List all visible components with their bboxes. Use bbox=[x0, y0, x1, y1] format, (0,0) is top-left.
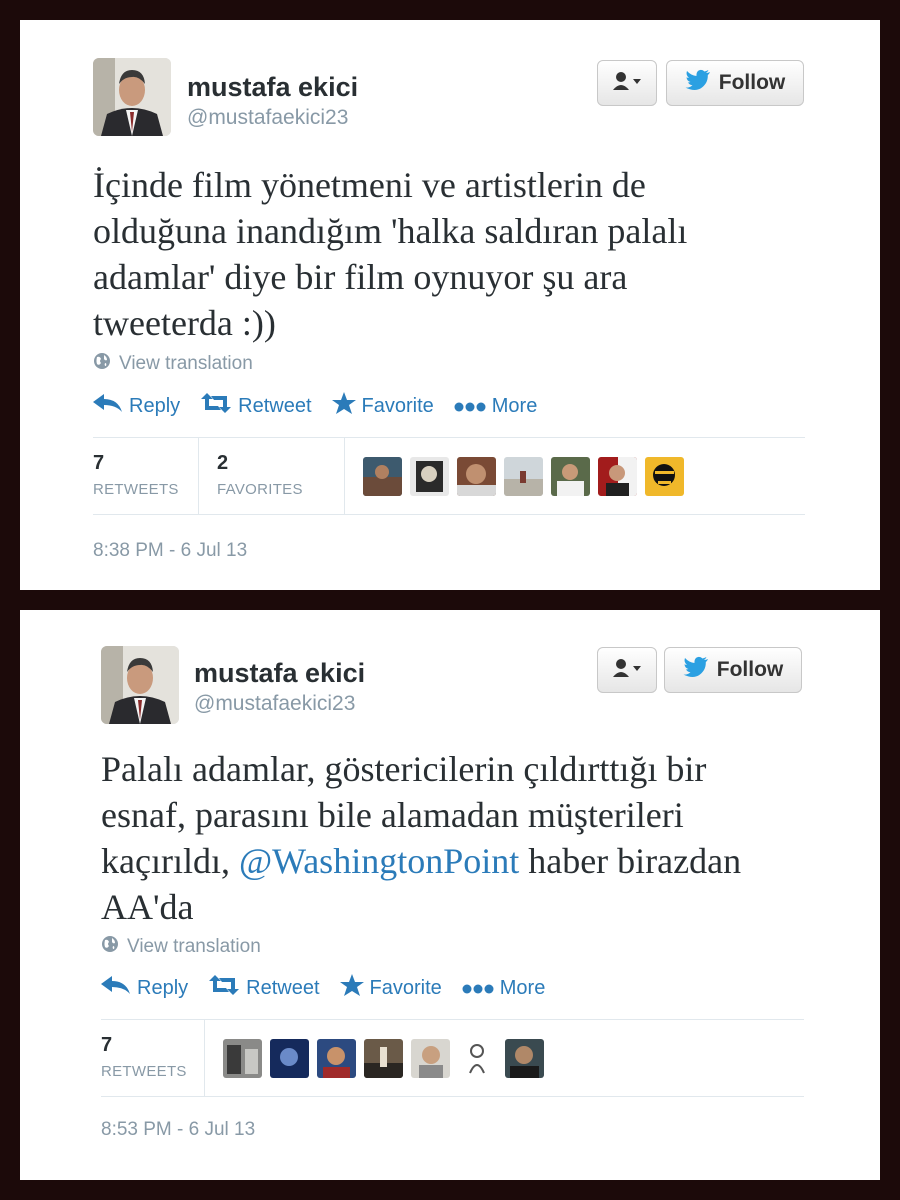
favorites-label: FAVORITES bbox=[217, 481, 303, 498]
retweets-count: 7 bbox=[101, 1034, 113, 1056]
engager-avatar[interactable] bbox=[598, 456, 637, 496]
tweet-text-line: olduğuna inandığım 'halka saldıran palal… bbox=[93, 211, 688, 251]
tweet-text-line: kaçırıldı, @WashingtonPoint haber birazd… bbox=[101, 838, 741, 884]
engager-avatar[interactable] bbox=[410, 456, 449, 496]
favorite-label: Favorite bbox=[369, 976, 442, 999]
view-translation-label: View translation bbox=[119, 353, 253, 374]
reply-button[interactable]: Reply bbox=[101, 975, 188, 1001]
retweet-icon bbox=[208, 975, 240, 1001]
star-icon bbox=[331, 392, 356, 420]
engager-avatars bbox=[223, 1020, 544, 1096]
tweet-actions: Reply Retweet Favorite More bbox=[93, 392, 557, 420]
more-button[interactable]: More bbox=[454, 394, 538, 418]
mention-link[interactable]: @WashingtonPoint bbox=[239, 841, 519, 881]
tweet-actions: Reply Retweet Favorite More bbox=[101, 974, 565, 1002]
star-icon bbox=[339, 974, 364, 1002]
engager-avatar[interactable] bbox=[363, 456, 402, 496]
follow-label: Follow bbox=[716, 658, 784, 681]
more-dots-icon bbox=[462, 977, 494, 1000]
more-label: More bbox=[499, 976, 546, 999]
follow-button[interactable]: Follow bbox=[666, 60, 804, 106]
favorites-stat[interactable]: 2 FAVORITES bbox=[217, 438, 345, 514]
reply-label: Reply bbox=[137, 976, 189, 999]
tweet-timestamp[interactable]: 8:53 PM - 6 Jul 13 bbox=[101, 1119, 255, 1141]
more-button[interactable]: More bbox=[462, 976, 546, 1000]
favorite-button[interactable]: Favorite bbox=[339, 974, 442, 1002]
retweets-count: 7 bbox=[93, 452, 105, 474]
user-icon bbox=[612, 658, 642, 683]
globe-icon bbox=[93, 352, 111, 376]
engager-avatar[interactable] bbox=[223, 1038, 262, 1078]
engager-avatar[interactable] bbox=[270, 1038, 309, 1078]
user-actions-button[interactable] bbox=[597, 647, 657, 693]
author-handle[interactable]: @mustafaekici23 bbox=[194, 692, 355, 716]
tweet-text: Palalı adamlar, göstericilerin çıldırttı… bbox=[101, 746, 741, 930]
user-icon bbox=[612, 71, 642, 96]
retweet-icon bbox=[200, 393, 232, 419]
view-translation-link[interactable]: View translation bbox=[101, 935, 261, 959]
engager-avatar[interactable] bbox=[458, 1038, 497, 1078]
tweet-text-line: Palalı adamlar, göstericilerin çıldırttı… bbox=[101, 749, 707, 789]
engager-avatar[interactable] bbox=[364, 1038, 403, 1078]
more-label: More bbox=[491, 394, 538, 417]
tweet-text-line: İçinde film yönetmeni ve artistlerin de bbox=[93, 165, 646, 205]
retweet-label: Retweet bbox=[246, 976, 320, 999]
favorites-count: 2 bbox=[217, 452, 229, 474]
author-name[interactable]: mustafa ekici bbox=[187, 72, 358, 103]
tweet-text-line: esnaf, parasını bile alamadan müşteriler… bbox=[101, 795, 684, 835]
tweet-stats: 7 RETWEETS bbox=[101, 1019, 804, 1097]
engager-avatar[interactable] bbox=[457, 456, 496, 496]
view-translation-label: View translation bbox=[127, 936, 261, 957]
more-dots-icon bbox=[454, 395, 486, 418]
retweets-stat[interactable]: 7 RETWEETS bbox=[93, 438, 199, 514]
retweets-label: RETWEETS bbox=[101, 1063, 187, 1080]
twitter-bird-icon bbox=[685, 69, 711, 97]
tweet-text-segment: haber birazdan bbox=[519, 841, 742, 881]
tweet-text-line: tweeterda :)) bbox=[93, 303, 276, 343]
tweet-card: mustafa ekici @mustafaekici23 Follow İçi… bbox=[20, 20, 880, 590]
follow-button[interactable]: Follow bbox=[664, 647, 802, 693]
favorite-label: Favorite bbox=[361, 394, 434, 417]
reply-button[interactable]: Reply bbox=[93, 393, 180, 419]
engager-avatar[interactable] bbox=[505, 1038, 544, 1078]
engager-avatar[interactable] bbox=[551, 456, 590, 496]
engager-avatars bbox=[363, 438, 684, 514]
retweet-label: Retweet bbox=[238, 394, 312, 417]
user-actions-button[interactable] bbox=[597, 60, 657, 106]
engager-avatar[interactable] bbox=[645, 456, 684, 496]
favorite-button[interactable]: Favorite bbox=[331, 392, 434, 420]
reply-icon bbox=[93, 393, 123, 419]
retweets-label: RETWEETS bbox=[93, 481, 179, 498]
view-translation-link[interactable]: View translation bbox=[93, 352, 253, 376]
author-handle[interactable]: @mustafaekici23 bbox=[187, 106, 348, 130]
tweet-text-segment: kaçırıldı, bbox=[101, 841, 239, 881]
tweet-timestamp[interactable]: 8:38 PM - 6 Jul 13 bbox=[93, 540, 247, 562]
reply-label: Reply bbox=[129, 394, 181, 417]
engager-avatar[interactable] bbox=[504, 456, 543, 496]
author-avatar[interactable] bbox=[101, 646, 179, 724]
retweet-button[interactable]: Retweet bbox=[208, 975, 320, 1001]
tweet-card: mustafa ekici @mustafaekici23 Follow Pal… bbox=[20, 610, 880, 1180]
engager-avatar[interactable] bbox=[317, 1038, 356, 1078]
tweet-text-line: adamlar' diye bir film oynuyor şu ara bbox=[93, 257, 628, 297]
author-name[interactable]: mustafa ekici bbox=[194, 658, 365, 689]
retweet-button[interactable]: Retweet bbox=[200, 393, 312, 419]
follow-label: Follow bbox=[718, 71, 786, 94]
reply-icon bbox=[101, 975, 131, 1001]
tweet-text: İçinde film yönetmeni ve artistlerin de … bbox=[93, 162, 687, 346]
tweet-stats: 7 RETWEETS 2 FAVORITES bbox=[93, 437, 805, 515]
retweets-stat[interactable]: 7 RETWEETS bbox=[101, 1020, 205, 1096]
engager-avatar[interactable] bbox=[411, 1038, 450, 1078]
twitter-bird-icon bbox=[683, 656, 709, 684]
globe-icon bbox=[101, 935, 119, 959]
tweet-text-line: AA'da bbox=[101, 887, 194, 927]
author-avatar[interactable] bbox=[93, 58, 171, 136]
